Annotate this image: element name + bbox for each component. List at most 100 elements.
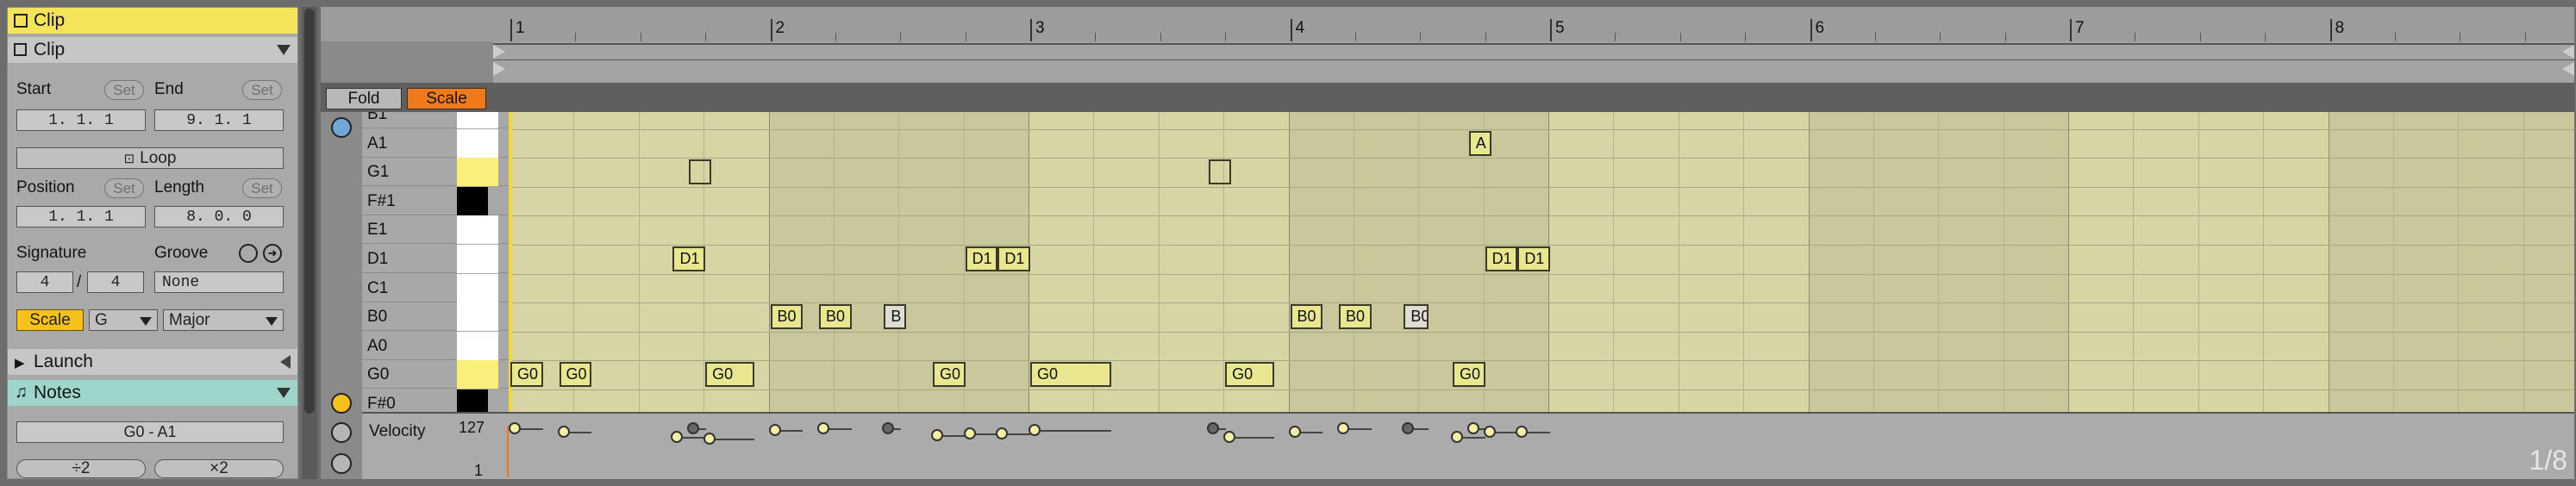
midi-note[interactable]: G0 <box>559 362 592 388</box>
chevron-left-icon[interactable] <box>280 355 291 369</box>
key-row[interactable]: G0 <box>362 360 509 389</box>
velocity-handle[interactable] <box>1466 422 1479 434</box>
key-row[interactable]: A0 <box>362 331 509 360</box>
velocity-handle[interactable] <box>703 433 716 445</box>
white-key[interactable] <box>457 158 498 187</box>
midi-note[interactable]: B0 <box>1339 304 1372 330</box>
key-row[interactable]: B1 <box>362 112 509 128</box>
signature-denominator[interactable]: 4 <box>87 271 144 293</box>
velocity-handle[interactable] <box>1207 422 1220 434</box>
scale-mode-button[interactable]: Scale <box>16 309 84 331</box>
notes-section-header[interactable]: ♫ Notes <box>8 380 297 406</box>
draw-mode-icon[interactable] <box>331 422 352 443</box>
velocity-handle[interactable] <box>557 426 570 438</box>
loop-brace[interactable] <box>493 43 2574 60</box>
loop-button[interactable]: ⊡ Loop <box>16 147 284 169</box>
white-key[interactable] <box>457 112 498 128</box>
velocity-handle[interactable] <box>1450 431 1463 443</box>
end-marker-icon[interactable] <box>2562 62 2574 76</box>
midi-note[interactable]: B0 <box>1404 304 1429 330</box>
velocity-handle[interactable] <box>930 429 943 441</box>
velocity-handle[interactable] <box>1516 426 1529 438</box>
midi-note[interactable]: G0 <box>510 362 543 388</box>
midi-note[interactable]: G0 <box>705 362 754 388</box>
white-key[interactable] <box>457 245 498 273</box>
velocity-handle[interactable] <box>963 427 976 439</box>
loop-start-marker-icon[interactable] <box>493 45 505 59</box>
key-row[interactable]: G1 <box>362 158 509 187</box>
midi-note[interactable] <box>1209 159 1232 185</box>
midi-note[interactable]: B0 <box>819 304 852 330</box>
clip-activator-icon[interactable] <box>14 14 28 28</box>
note-range-field[interactable]: G0 - A1 <box>16 421 284 443</box>
clip-section-header[interactable]: Clip <box>8 37 297 63</box>
midi-note[interactable]: A <box>1468 130 1491 156</box>
key-row[interactable]: F#0 <box>362 389 509 412</box>
signature-numerator[interactable]: 4 <box>16 271 73 293</box>
loop-brace-area[interactable] <box>493 41 2574 83</box>
key-row[interactable]: F#1 <box>362 186 509 215</box>
groove-hot-swap-icon[interactable] <box>239 244 258 263</box>
bar-ruler[interactable]: 1 2 3 4 5 6 7 8 <box>321 7 2574 41</box>
key-row[interactable]: D1 <box>362 245 509 273</box>
halve-button[interactable]: ÷2 <box>16 459 146 478</box>
key-row[interactable]: E1 <box>362 215 509 245</box>
note-grid[interactable]: G0 G0 D1 G0 B0 B0 B G0 D1 D1 G0 G0 B0 B0 B0 G0 A D1 D1 <box>509 112 2574 412</box>
midi-note[interactable]: B0 <box>770 304 803 330</box>
launch-section-header[interactable]: ▶ Launch <box>8 349 297 375</box>
midi-note[interactable]: B0 <box>1290 304 1323 330</box>
midi-note[interactable]: G0 <box>1030 362 1112 388</box>
midi-note[interactable]: D1 <box>672 246 706 271</box>
piano-roll-keys[interactable]: B1 A1 G1 F#1 E1 D1 C1 B0 A0 G0 F#0 <box>362 112 509 412</box>
length-set-button[interactable]: Set <box>242 178 282 198</box>
midi-note[interactable] <box>689 159 712 185</box>
midi-note[interactable]: G0 <box>932 362 966 388</box>
midi-note[interactable]: D1 <box>1517 246 1550 271</box>
midi-note[interactable]: G0 <box>1225 362 1274 388</box>
velocity-handle[interactable] <box>1483 426 1496 438</box>
velocity-handle[interactable] <box>1288 426 1301 438</box>
panel-scrollbar[interactable] <box>302 7 317 479</box>
chevron-down-icon[interactable] <box>277 388 291 398</box>
end-field[interactable]: 9. 1. 1 <box>154 109 284 131</box>
start-field[interactable]: 1. 1. 1 <box>16 109 146 131</box>
midi-note[interactable]: D1 <box>1485 246 1518 271</box>
velocity-handle[interactable] <box>509 422 521 434</box>
start-marker-icon[interactable] <box>493 62 505 76</box>
white-key[interactable] <box>457 302 498 332</box>
velocity-handle[interactable] <box>1402 422 1415 434</box>
white-key[interactable] <box>457 215 498 245</box>
velocity-handle[interactable] <box>1029 424 1041 436</box>
double-button[interactable]: ×2 <box>154 459 284 478</box>
white-key[interactable] <box>457 331 498 360</box>
follow-icon[interactable] <box>331 393 352 414</box>
white-key[interactable] <box>457 360 498 389</box>
preview-headphones-icon[interactable] <box>331 117 352 138</box>
fold-button[interactable]: Fold <box>326 88 402 109</box>
scale-mode-select[interactable]: Major <box>163 309 284 331</box>
loop-end-marker-icon[interactable] <box>2562 45 2574 59</box>
key-row[interactable]: B0 <box>362 302 509 332</box>
start-set-button[interactable]: Set <box>104 80 144 100</box>
key-row[interactable]: C1 <box>362 273 509 302</box>
midi-note[interactable]: G0 <box>1452 362 1485 388</box>
velocity-handle[interactable] <box>687 422 700 434</box>
white-key[interactable] <box>457 128 498 158</box>
black-key[interactable] <box>457 389 488 412</box>
groove-select[interactable]: None <box>154 271 284 293</box>
black-key[interactable] <box>457 186 488 215</box>
velocity-handle[interactable] <box>1337 422 1350 434</box>
velocity-handle[interactable] <box>996 427 1009 439</box>
white-key[interactable] <box>457 273 498 302</box>
clip-title-bar[interactable]: Clip <box>8 8 297 34</box>
velocity-handle[interactable] <box>882 422 895 434</box>
velocity-handle[interactable] <box>817 422 830 434</box>
midi-note[interactable]: B <box>884 304 907 330</box>
end-set-button[interactable]: Set <box>242 80 282 100</box>
velocity-lane[interactable]: Velocity 127 1 1/8 <box>362 412 2574 479</box>
scale-highlight-button[interactable]: Scale <box>407 88 486 109</box>
position-field[interactable]: 1. 1. 1 <box>16 206 146 227</box>
velocity-handle[interactable] <box>671 431 684 443</box>
groove-commit-icon[interactable]: ➜ <box>263 244 282 263</box>
velocity-handle[interactable] <box>768 424 781 436</box>
